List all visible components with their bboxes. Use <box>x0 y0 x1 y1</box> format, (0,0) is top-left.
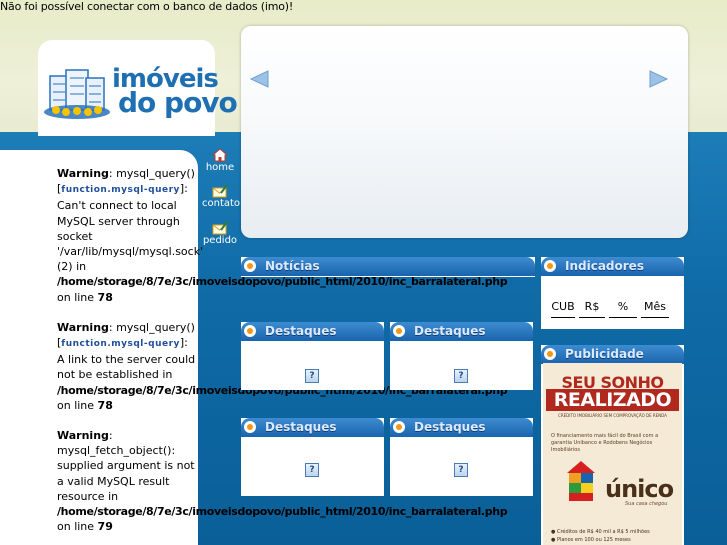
nav-contato[interactable]: contato <box>202 184 241 209</box>
destaque-box-2[interactable]: Destaques ? <box>390 322 533 390</box>
broken-image-icon: ? <box>305 463 319 477</box>
nav-home-label: home <box>205 162 235 173</box>
ad-body: O financiamento mais fácil do Brasil com… <box>551 433 659 453</box>
buildings-logo-icon <box>44 69 110 119</box>
advertisement[interactable]: SEU SONHO REALIZADO CRÉDITO IMOBILIÁRIO … <box>543 363 682 545</box>
bullet-icon <box>244 260 256 272</box>
function-doc-link[interactable]: function.mysql-query <box>61 339 180 349</box>
ad-bullet-2-text: Planos em 100 ou 125 meses <box>556 537 631 543</box>
warning-1: Warning: mysql_query() [function.mysql-q… <box>57 166 508 305</box>
warning-line-number: 79 <box>97 520 113 534</box>
broken-image-icon: ? <box>454 463 468 477</box>
ad-bullet-2: ● Planos em 100 ou 125 meses <box>551 537 631 543</box>
nav-pedido-label: pedido <box>202 235 238 246</box>
warning-line-label: on line <box>57 290 98 304</box>
ad-subheadline: CRÉDITO IMOBILIÁRIO SEM COMPROVAÇÃO DE R… <box>558 413 667 418</box>
nav-home[interactable]: home <box>202 148 238 173</box>
slideshow-prev-arrow-icon[interactable] <box>248 68 270 90</box>
indicadores-table-header: CUB R$% Mês <box>551 300 673 318</box>
ad-brand: único <box>605 475 674 503</box>
bullet-icon <box>244 325 256 337</box>
banner-slideshow <box>241 26 688 238</box>
warning-label: Warning <box>57 320 109 334</box>
destaque-box-3[interactable]: Destaques ? <box>241 418 384 496</box>
warning-label: Warning <box>57 167 109 180</box>
publicidade-title: Publicidade <box>565 347 644 361</box>
warning-text: ]: Can't connect to local MySQL server t… <box>57 182 204 274</box>
col-cub: CUB <box>551 300 575 318</box>
bullet-icon <box>544 348 556 360</box>
bullet-icon <box>244 421 256 433</box>
home-icon <box>212 148 228 162</box>
slideshow-next-arrow-icon[interactable] <box>648 68 670 90</box>
destaque-title: Destaques <box>414 420 486 434</box>
warning-3: Warning: mysql_fetch_object(): supplied … <box>57 428 508 534</box>
indicadores-box: Indicadores <box>541 257 684 329</box>
noticias-box: Notícias <box>241 257 535 277</box>
bullet-icon <box>393 325 405 337</box>
warning-line-number: 78 <box>97 398 113 412</box>
destaque-header: Destaques <box>390 418 533 437</box>
warning-file-path: /home/storage/8/7e/3c/imoveisdopovo/publ… <box>57 505 508 519</box>
logo-text-do-povo: do povo <box>118 86 238 119</box>
warning-line-label: on line <box>57 520 98 534</box>
bullet-icon <box>544 260 556 272</box>
noticias-header: Notícias <box>241 257 535 276</box>
bullet-icon <box>393 421 405 433</box>
nav-contato-label: contato <box>202 198 241 209</box>
db-error-message: Não foi possível conectar com o banco de… <box>0 0 294 13</box>
ad-bullet-1: ● Créditos de R$ 40 mil a R$ 5 milhões <box>551 529 650 535</box>
col-rs: R$ <box>579 300 605 318</box>
warning-2: Warning: mysql_query() [function.mysql-q… <box>57 320 508 413</box>
warning-label: Warning <box>57 429 109 443</box>
destaque-box-1[interactable]: Destaques ? <box>241 322 384 390</box>
ad-bullet-1-text: Créditos de R$ 40 mil a R$ 5 milhões <box>556 529 650 535</box>
ad-tagline: Sua casa chegou <box>625 501 668 507</box>
ad-headline-2: REALIZADO <box>546 389 679 411</box>
destaque-title: Destaques <box>265 420 337 434</box>
publicidade-header: Publicidade <box>541 345 684 364</box>
warning-line-number: 78 <box>97 290 113 304</box>
warning-line-label: on line <box>57 398 98 412</box>
noticias-title: Notícias <box>265 259 320 273</box>
function-doc-link[interactable]: function.mysql-query <box>61 185 180 195</box>
indicadores-title: Indicadores <box>565 259 644 273</box>
nav-pedido[interactable]: pedido <box>202 221 238 246</box>
destaque-header: Destaques <box>241 322 384 341</box>
destaque-title: Destaques <box>265 324 337 338</box>
warning-file-path: /home/storage/8/7e/3c/imoveisdopovo/publ… <box>57 275 508 289</box>
destaque-header: Destaques <box>241 418 384 437</box>
col-pct: % <box>609 300 637 318</box>
col-mes: Mês <box>641 300 669 318</box>
php-warnings: Warning: mysql_query() [function.mysql-q… <box>57 166 508 534</box>
envelope-pencil-icon <box>212 184 228 198</box>
destaque-title: Destaques <box>414 324 486 338</box>
indicadores-header: Indicadores <box>541 257 684 276</box>
broken-image-icon: ? <box>305 369 319 383</box>
house-blocks-icon <box>567 461 595 501</box>
destaque-box-4[interactable]: Destaques ? <box>390 418 533 496</box>
broken-image-icon: ? <box>454 369 468 383</box>
envelope-pencil-icon <box>212 221 228 235</box>
destaque-header: Destaques <box>390 322 533 341</box>
